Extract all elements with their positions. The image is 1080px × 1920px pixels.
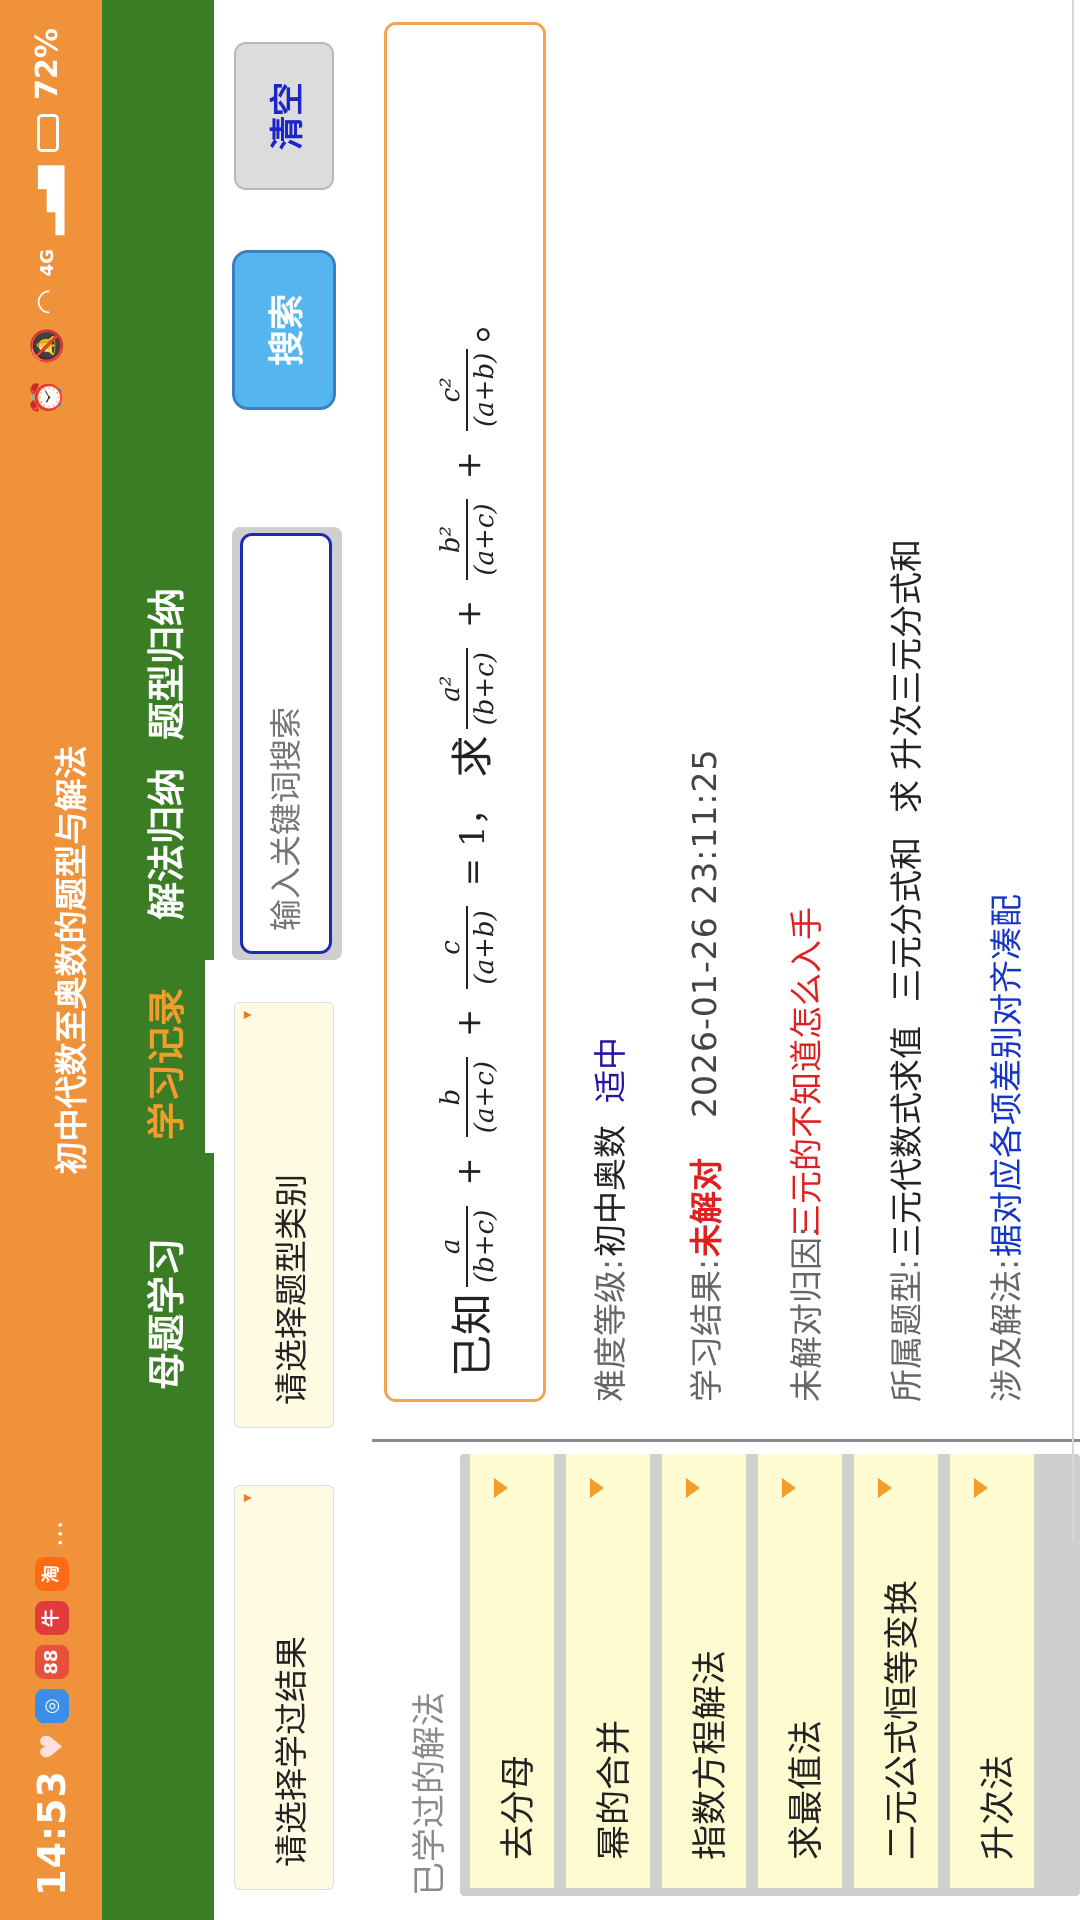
triangle-marker-icon bbox=[494, 1478, 508, 1498]
triangle-marker-icon bbox=[590, 1478, 604, 1498]
signal-icon: ▂▄▆ bbox=[30, 165, 65, 236]
learned-methods-panel: 已学过的解法 去分母 幂的合并 指数方程解法 求最值法 二元公式恒等变换 升次法 bbox=[372, 1442, 1080, 1920]
triangle-marker-icon bbox=[878, 1478, 892, 1498]
problem-ask: 求 bbox=[447, 735, 497, 778]
method-label: 二元公式恒等变换 bbox=[883, 1579, 923, 1860]
type-tag[interactable]: 三元代数式求值 bbox=[880, 1026, 928, 1257]
fraction: a (b+c) bbox=[436, 1205, 501, 1287]
method-item[interactable]: 幂的合并 bbox=[566, 1454, 650, 1888]
network-label: 4G bbox=[37, 249, 58, 277]
problem-end: 。 bbox=[447, 300, 497, 343]
panel-divider bbox=[372, 1439, 1080, 1442]
method-list: 去分母 幂的合并 指数方程解法 求最值法 二元公式恒等变换 升次法 bbox=[460, 1454, 1080, 1896]
difficulty-value: 初中奥数 bbox=[591, 1125, 630, 1257]
difficulty-label: 难度等级: bbox=[591, 1258, 630, 1402]
search-box bbox=[232, 527, 342, 960]
method-item[interactable]: 求最值法 bbox=[758, 1454, 842, 1888]
result-label: 学习结果: bbox=[687, 1258, 726, 1402]
mute-icon: 🔕 bbox=[30, 327, 65, 365]
problem-prefix: 已知 bbox=[447, 1292, 497, 1377]
type-tag[interactable]: 求 bbox=[880, 780, 928, 813]
problem-statement: 已知 a (b+c) + b (a+c) + c (a+b) = 1， 求 a² (b+… bbox=[399, 301, 539, 1377]
triangle-marker-icon bbox=[974, 1478, 988, 1498]
battery-level: 72% bbox=[30, 28, 65, 100]
fraction: b² (a+c) bbox=[436, 499, 501, 580]
plus-sign: + bbox=[449, 599, 489, 629]
type-row: 所属题型: 三元代数式求值 三元分式和 求 升次三元分式和 bbox=[880, 22, 928, 1402]
type-tag[interactable]: 升次三元分式和 bbox=[880, 539, 928, 770]
type-label: 所属题型: bbox=[887, 1258, 926, 1402]
method-label: 涉及解法: bbox=[987, 1258, 1026, 1402]
plus-sign: + bbox=[449, 1008, 489, 1038]
reason-label: 未解对归因: bbox=[787, 1225, 826, 1402]
type-select-label: 请选择题型类别 bbox=[272, 1174, 311, 1405]
type-select[interactable]: 请选择题型类别 ▾ bbox=[234, 1002, 334, 1428]
method-item[interactable]: 指数方程解法 bbox=[662, 1454, 746, 1888]
method-label: 去分母 bbox=[499, 1754, 539, 1860]
method-label: 求最值法 bbox=[787, 1719, 827, 1860]
fraction: c² (a+b) bbox=[436, 348, 501, 431]
fraction: a² (b+c) bbox=[436, 648, 501, 730]
method-item[interactable]: 二元公式恒等变换 bbox=[854, 1454, 938, 1888]
filter-row: 请选择学过结果 ▾ 请选择题型类别 ▾ 搜索 清空 bbox=[214, 0, 372, 1920]
status-bar: 14:53 ♥ ◎ 88 牛 淘 ... 初中代数至奥数的题型与解法 ⏰ 🔕 ◠… bbox=[0, 0, 102, 1920]
learned-methods-title: 已学过的解法 bbox=[410, 1692, 450, 1896]
result-select-label: 请选择学过结果 bbox=[272, 1636, 311, 1867]
method-label: 幂的合并 bbox=[595, 1719, 635, 1860]
chevron-down-icon: ▾ bbox=[237, 1494, 256, 1503]
search-button[interactable]: 搜索 bbox=[232, 250, 336, 410]
method-label: 指数方程解法 bbox=[691, 1649, 731, 1860]
method-item[interactable]: 去分母 bbox=[470, 1454, 554, 1888]
plus-sign: + bbox=[449, 450, 489, 480]
triangle-marker-icon bbox=[686, 1478, 700, 1498]
app-screen: 14:53 ♥ ◎ 88 牛 淘 ... 初中代数至奥数的题型与解法 ⏰ 🔕 ◠… bbox=[0, 0, 1080, 1920]
reason-row: 未解对归因: 三元的不知道怎么入手 bbox=[780, 22, 828, 1402]
alarm-icon: ⏰ bbox=[30, 378, 65, 417]
type-tag[interactable]: 三元分式和 bbox=[880, 837, 928, 1002]
battery-icon bbox=[36, 113, 59, 152]
triangle-marker-icon bbox=[782, 1478, 796, 1498]
tab-mother-problem[interactable]: 母题学习 bbox=[136, 1238, 191, 1390]
difficulty-row: 难度等级: 初中奥数 适中 bbox=[584, 22, 632, 1402]
status-right: ⏰ 🔕 ◠ 4G ▂▄▆ 72% bbox=[30, 28, 65, 416]
method-item[interactable]: 升次法 bbox=[950, 1454, 1034, 1888]
method-link[interactable]: 据对应各项差别对齐凑配 bbox=[980, 894, 1028, 1257]
equation-rhs: = 1， bbox=[452, 791, 493, 887]
clear-button[interactable]: 清空 bbox=[234, 42, 334, 190]
difficulty-tag: 适中 bbox=[591, 1037, 630, 1103]
chevron-down-icon: ▾ bbox=[237, 1011, 256, 1020]
result-row: 学习结果: 未解对 2026-01-26 23:11:25 bbox=[680, 22, 728, 1402]
content-top-rule bbox=[1072, 0, 1074, 1540]
fraction: c (a+b) bbox=[436, 906, 501, 989]
reason-value: 三元的不知道怎么入手 bbox=[787, 907, 826, 1237]
plus-sign: + bbox=[449, 1157, 489, 1186]
problem-card[interactable]: 已知 a (b+c) + b (a+c) + c (a+b) = 1， 求 a² (b+… bbox=[384, 22, 546, 1402]
tab-study-record[interactable]: 学习记录 bbox=[136, 988, 191, 1140]
nav-bar: 母题学习 学习记录 解法归纳 题型归纳 bbox=[102, 0, 225, 1920]
result-value: 未解对 bbox=[687, 1158, 726, 1257]
search-input[interactable] bbox=[240, 533, 332, 954]
fraction: b (a+c) bbox=[436, 1057, 501, 1138]
wifi-icon: ◠ bbox=[30, 290, 65, 314]
tab-type-summary[interactable]: 题型归纳 bbox=[136, 588, 191, 740]
result-select[interactable]: 请选择学过结果 ▾ bbox=[234, 1485, 334, 1890]
tab-method-summary[interactable]: 解法归纳 bbox=[136, 768, 191, 920]
method-row: 涉及解法: 据对应各项差别对齐凑配 bbox=[980, 22, 1028, 1402]
record-date: 2026-01-26 23:11:25 bbox=[684, 748, 724, 1118]
method-label: 升次法 bbox=[979, 1754, 1019, 1860]
